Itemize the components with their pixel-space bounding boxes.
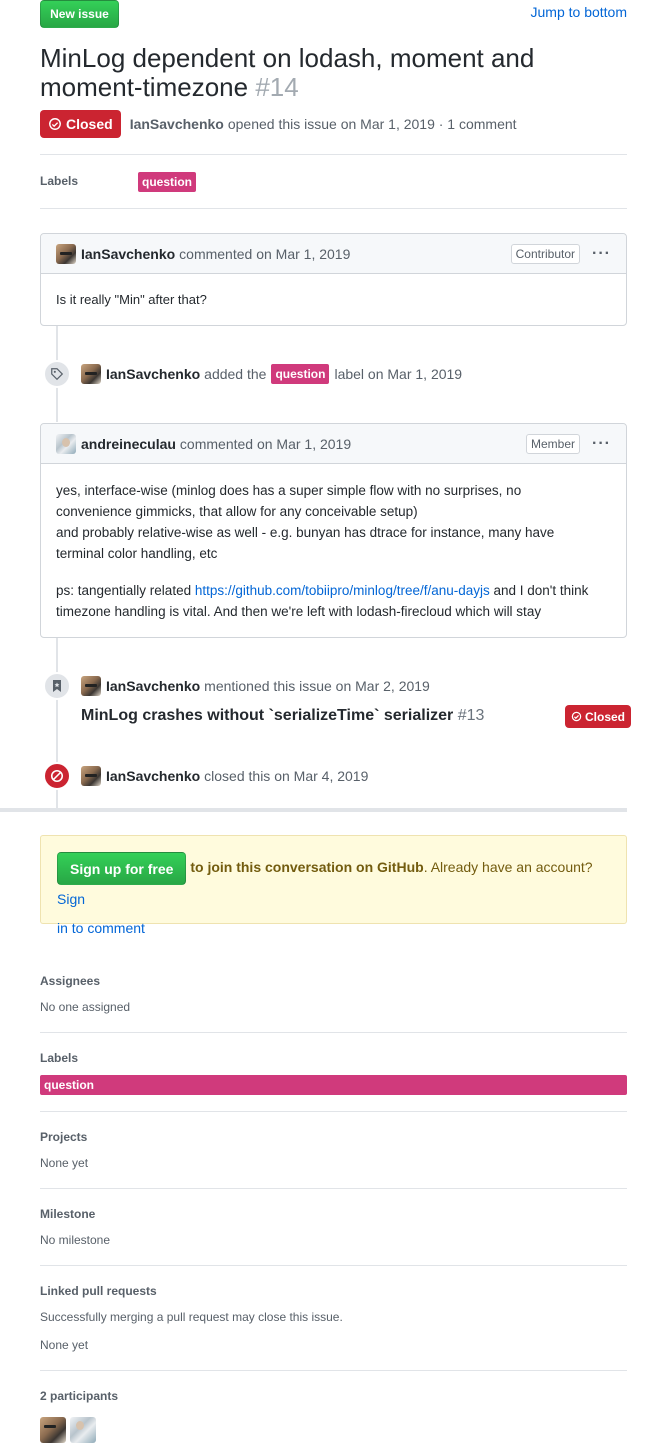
bookmark-icon <box>43 672 71 700</box>
signup-rest-text: . Already have an account? <box>423 859 593 876</box>
comment-author[interactable]: IanSavchenko <box>81 246 175 262</box>
comment-line: and I don't think <box>489 583 589 598</box>
question-label[interactable]: question <box>271 364 330 384</box>
issue-closed-icon <box>49 118 61 130</box>
divider <box>40 208 627 209</box>
linked-prs-value: None yet <box>40 1338 89 1352</box>
issue-opened-text: opened this issue on Mar 1, 2019 · 1 com… <box>227 116 517 132</box>
state-badge-label: Closed <box>66 116 113 132</box>
linked-prs-heading[interactable]: Linked pull requests <box>40 1284 157 1298</box>
more-options-icon[interactable]: ··· <box>592 435 611 451</box>
avatar[interactable] <box>81 364 101 384</box>
avatar[interactable] <box>56 243 76 264</box>
comment-body: yes, interface-wise (minlog does has a s… <box>41 464 626 637</box>
divider <box>40 1265 627 1266</box>
labels-heading[interactable]: Labels <box>40 1051 78 1065</box>
issue-state-line: Closed IanSavchenko opened this issue on… <box>40 110 517 138</box>
referenced-state-label: Closed <box>585 709 626 724</box>
issue-closed-icon <box>571 711 582 722</box>
label-event: IanSavchenko added the question label on… <box>81 364 462 384</box>
dayjs-branch-link[interactable]: https://github.com/tobiipro/minlog/tree/… <box>195 583 490 598</box>
more-options-icon[interactable]: ··· <box>592 245 611 261</box>
jump-to-bottom-link[interactable]: Jump to bottom <box>531 4 628 20</box>
avatar[interactable] <box>81 676 101 696</box>
sign-in-link-cont[interactable]: in to comment <box>57 920 145 936</box>
event-author[interactable]: IanSavchenko <box>106 768 200 784</box>
comment-author[interactable]: andreineculau <box>81 436 176 452</box>
milestone-heading[interactable]: Milestone <box>40 1207 95 1221</box>
divider <box>40 1188 627 1189</box>
comment-line: and probably relative-wise as well - e.g… <box>56 525 555 540</box>
projects-value: None yet <box>40 1156 89 1170</box>
comment-timestamp[interactable]: commented on Mar 1, 2019 <box>179 246 350 262</box>
comment-paragraph: ps: tangentially related https://github.… <box>56 580 611 622</box>
event-author[interactable]: IanSavchenko <box>106 366 200 382</box>
tag-icon <box>43 360 71 388</box>
event-text: label on Mar 1, 2019 <box>334 366 463 382</box>
assignees-heading[interactable]: Assignees <box>40 974 100 988</box>
referenced-issue-number: #13 <box>457 707 485 724</box>
referenced-issue-title: MinLog crashes without `serializeTime` s… <box>81 707 454 724</box>
signup-text: Sign up for free to join this conversati… <box>57 852 617 943</box>
issue-title: MinLog dependent on lodash, moment and m… <box>40 44 600 102</box>
issue-number: #14 <box>255 72 299 102</box>
comment-header: andreineculau commented on Mar 1, 2019 M… <box>41 424 626 464</box>
timeline-end-divider <box>0 808 627 812</box>
linked-prs-description: Successfully merging a pull request may … <box>40 1310 343 1324</box>
role-badge: Contributor <box>510 243 581 264</box>
comment-line: convenience gimmicks, that allow for any… <box>56 504 418 519</box>
closed-circle-icon <box>43 762 71 790</box>
comment-line: ps: tangentially related <box>56 583 195 598</box>
signup-bold-text: to join this conversation on GitHub <box>190 859 424 876</box>
new-issue-button[interactable]: New issue <box>40 0 119 28</box>
comment-line: timezone handling is vital. And then we'… <box>56 604 542 619</box>
divider <box>40 1370 627 1371</box>
role-badge: Member <box>526 433 581 454</box>
projects-heading[interactable]: Projects <box>40 1130 87 1144</box>
mention-event: IanSavchenko mentioned this issue on Mar… <box>81 676 430 696</box>
sign-up-button[interactable]: Sign up for free <box>57 852 187 885</box>
divider <box>40 1111 627 1112</box>
referenced-state-badge: Closed <box>565 705 632 728</box>
divider <box>40 154 627 155</box>
participant-avatar[interactable] <box>40 1417 66 1443</box>
event-text: added the <box>204 366 267 382</box>
avatar[interactable] <box>56 433 76 454</box>
comment-timestamp[interactable]: commented on Mar 1, 2019 <box>180 436 351 452</box>
question-label[interactable]: question <box>138 172 196 192</box>
sidebar-question-label[interactable]: question <box>40 1075 627 1095</box>
event-text: closed this on Mar 4, 2019 <box>204 768 369 784</box>
participants-avatars <box>40 1417 96 1443</box>
labels-row-heading: Labels <box>40 174 79 188</box>
referenced-issue-link[interactable]: MinLog crashes without `serializeTime` s… <box>81 707 484 725</box>
participant-avatar[interactable] <box>70 1417 96 1443</box>
closed-event: IanSavchenko closed this on Mar 4, 2019 <box>81 766 368 786</box>
sign-in-link[interactable]: Sign <box>57 891 85 907</box>
issue-author-link[interactable]: IanSavchenko <box>130 116 224 132</box>
comment-paragraph: yes, interface-wise (minlog does has a s… <box>56 480 611 564</box>
assignees-value: No one assigned <box>40 1000 131 1014</box>
participants-heading: 2 participants <box>40 1389 119 1403</box>
comment-body: Is it really "Min" after that? <box>41 274 626 325</box>
signup-flash: Sign up for free to join this conversati… <box>40 835 627 936</box>
avatar[interactable] <box>81 766 101 786</box>
comment-line: terminal color handling, etc <box>56 546 218 561</box>
comment-header: IanSavchenko commented on Mar 1, 2019 Co… <box>41 234 626 274</box>
state-badge: Closed <box>40 110 121 138</box>
milestone-value: No milestone <box>40 1233 111 1247</box>
event-author[interactable]: IanSavchenko <box>106 678 200 694</box>
divider <box>40 1032 627 1033</box>
comment-line: yes, interface-wise (minlog does has a s… <box>56 483 522 498</box>
event-text: mentioned this issue on Mar 2, 2019 <box>204 678 430 694</box>
comment-box: IanSavchenko commented on Mar 1, 2019 Co… <box>40 233 627 326</box>
comment-text: Is it really "Min" after that? <box>56 292 207 307</box>
comment-box: andreineculau commented on Mar 1, 2019 M… <box>40 423 627 638</box>
